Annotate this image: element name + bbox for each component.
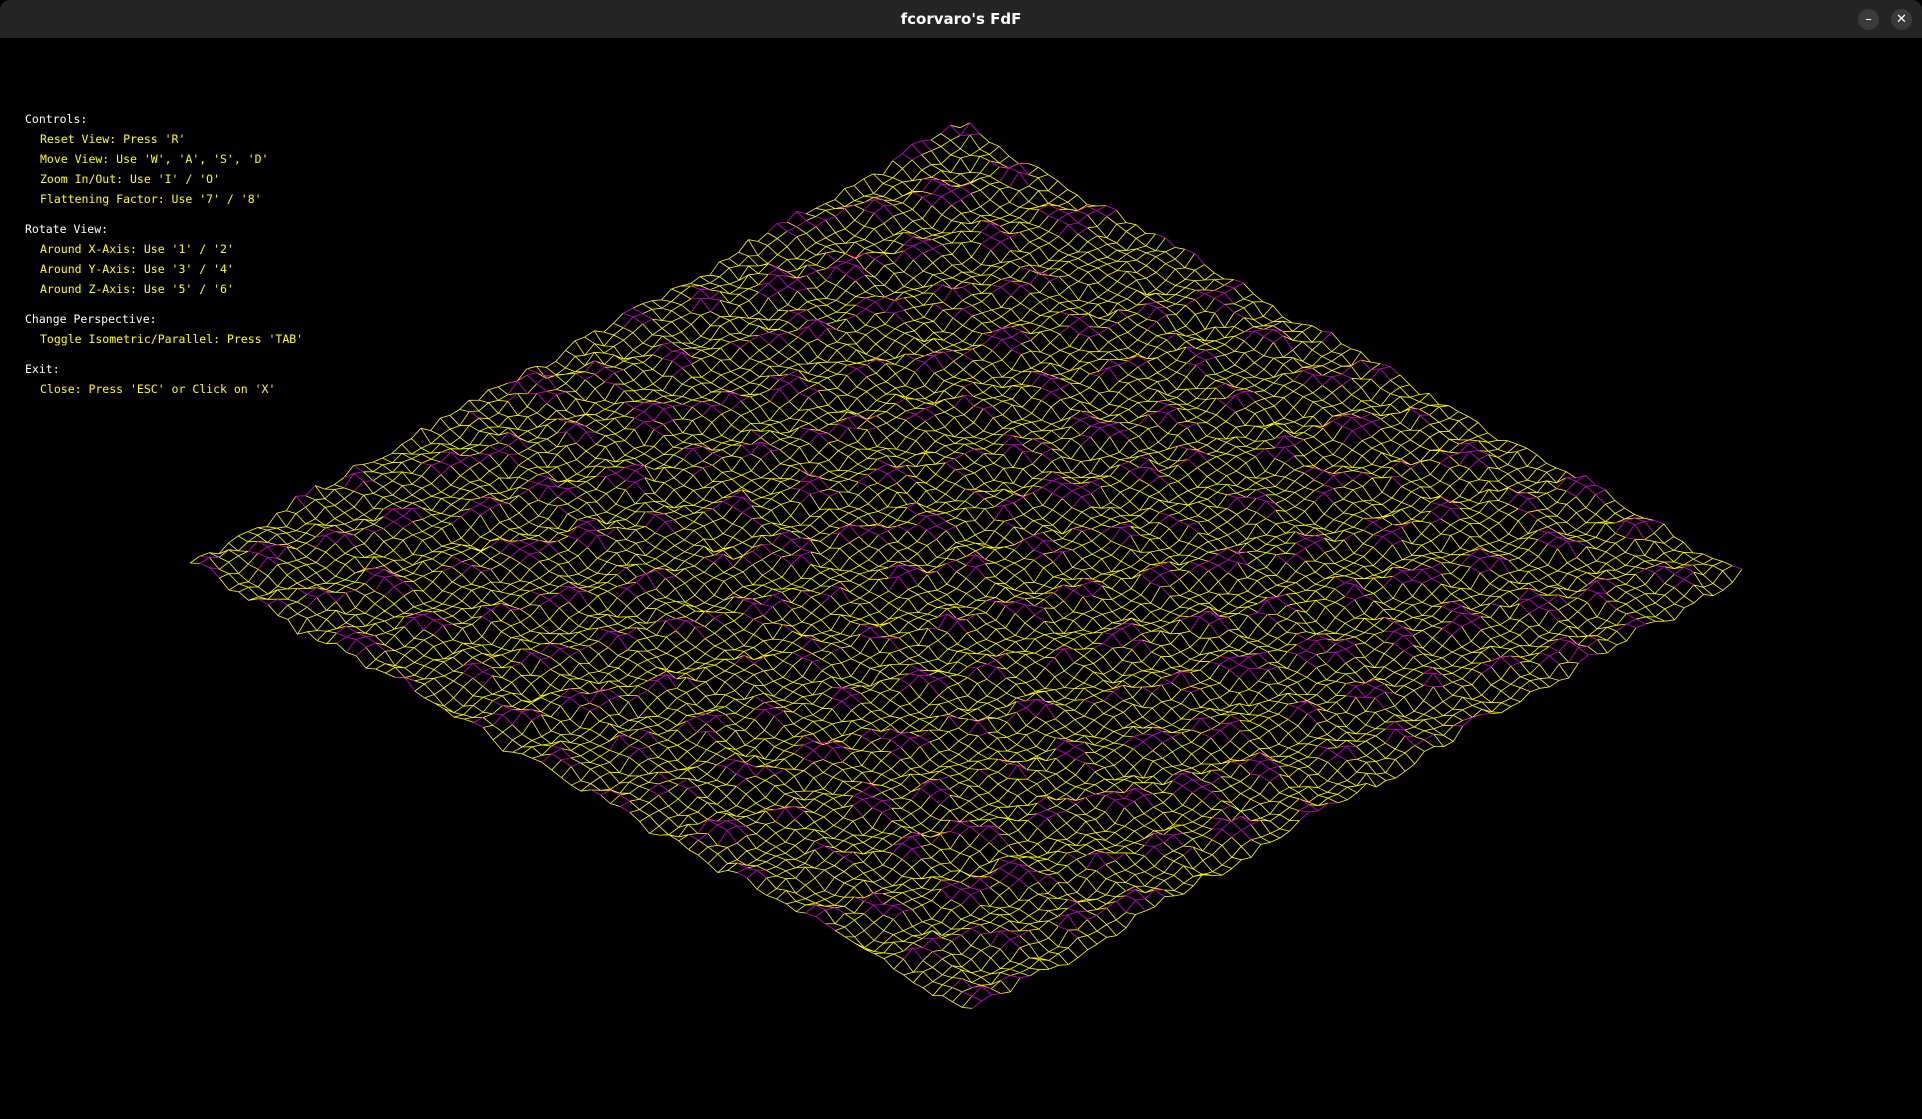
title-bar[interactable]: fcorvaro's FdF – ✕: [0, 0, 1922, 39]
exit-heading: Exit:: [25, 362, 60, 376]
control-toggle-projection: Toggle Isometric/Parallel: Press 'TAB': [40, 332, 304, 346]
control-flattening: Flattening Factor: Use '7' / '8': [40, 192, 262, 206]
render-canvas: Controls: Reset View: Press 'R' Move Vie…: [0, 38, 1922, 1119]
control-close: Close: Press 'ESC' or Click on 'X': [40, 382, 276, 396]
control-rotate-z: Around Z-Axis: Use '5' / '6': [40, 282, 234, 296]
rotate-heading: Rotate View:: [25, 222, 109, 236]
minimize-icon: –: [1865, 12, 1872, 27]
controls-heading: Controls:: [25, 112, 88, 126]
control-reset-view: Reset View: Press 'R': [40, 132, 186, 146]
wireframe-grid: [189, 122, 1743, 1009]
control-move-view: Move View: Use 'W', 'A', 'S', 'D': [40, 152, 269, 166]
control-rotate-y: Around Y-Axis: Use '3' / '4': [40, 262, 234, 276]
control-zoom: Zoom In/Out: Use 'I' / 'O': [40, 172, 221, 186]
window-title: fcorvaro's FdF: [900, 10, 1022, 28]
control-rotate-x: Around X-Axis: Use '1' / '2': [40, 242, 234, 256]
minimize-button[interactable]: –: [1858, 9, 1879, 30]
close-button[interactable]: ✕: [1891, 9, 1912, 30]
close-icon: ✕: [1896, 12, 1907, 27]
wireframe-map: [189, 122, 1743, 1009]
perspective-heading: Change Perspective:: [25, 312, 157, 326]
fdf-window: fcorvaro's FdF – ✕ Controls: Reset View:…: [0, 0, 1922, 1119]
